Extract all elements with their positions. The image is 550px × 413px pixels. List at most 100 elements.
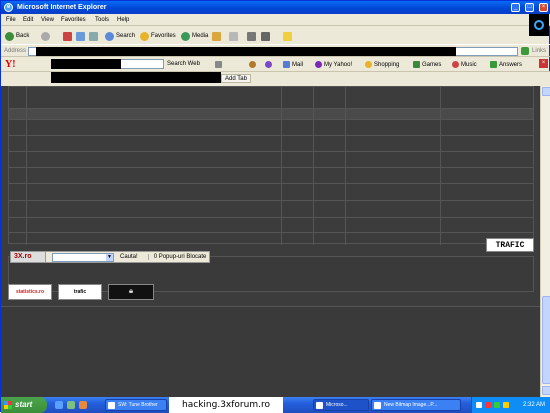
- table-column: [440, 87, 441, 245]
- search-web-button[interactable]: Search Web: [167, 61, 200, 67]
- settings-button[interactable]: [249, 61, 256, 68]
- mail-icon: [229, 31, 238, 41]
- tray-icon[interactable]: [485, 402, 491, 408]
- games-icon: [413, 61, 420, 68]
- menu-help[interactable]: Help: [117, 17, 129, 23]
- close-button[interactable]: ×: [539, 3, 548, 12]
- 3x-logo[interactable]: 3X.ro: [11, 252, 46, 262]
- go-button[interactable]: [521, 47, 529, 55]
- favorites-button[interactable]: Favorites: [140, 31, 176, 41]
- top100-badge[interactable]: ☠: [108, 284, 154, 300]
- task-label: New Bitmap Image...P...: [384, 402, 438, 408]
- statistics-badge[interactable]: statistics.ro: [8, 284, 52, 300]
- trafic-badge-label: trafic: [73, 289, 87, 295]
- menu-bar: File Edit View Favorites Tools Help: [1, 14, 550, 26]
- menu-view[interactable]: View: [41, 17, 54, 23]
- refresh-button[interactable]: [76, 31, 85, 41]
- popup-blocked-counter: 0 Popup-uri Blocate: [147, 254, 206, 260]
- redacted-search: [51, 59, 121, 69]
- pencil-button[interactable]: [215, 61, 222, 68]
- vertical-scrollbar[interactable]: [540, 86, 550, 397]
- search-button[interactable]: Search: [105, 31, 135, 41]
- task-button-sw[interactable]: SW: Tune Brother: [105, 399, 167, 411]
- envelope-icon: [283, 61, 290, 68]
- back-button[interactable]: Back: [5, 31, 29, 41]
- messenger-button-2[interactable]: [265, 61, 272, 68]
- paint-icon: [374, 402, 381, 409]
- mail-button[interactable]: [229, 31, 238, 41]
- table-column: [26, 87, 27, 245]
- stop-icon: [63, 31, 72, 41]
- music-button[interactable]: Music: [452, 61, 477, 68]
- scroll-down-arrow-icon[interactable]: [542, 386, 550, 395]
- links-label[interactable]: Links: [532, 48, 546, 54]
- address-label: Address: [4, 48, 27, 54]
- shopping-button[interactable]: Shopping: [365, 61, 399, 68]
- yahoo-mail-button[interactable]: Mail: [283, 61, 303, 68]
- home-button[interactable]: [89, 31, 98, 41]
- table-column: [345, 87, 346, 245]
- system-tray: 2:32 AM: [471, 397, 550, 413]
- quicklaunch-desktop-icon[interactable]: [67, 401, 75, 409]
- app-icon: [108, 402, 115, 409]
- task-button-bitmap[interactable]: New Bitmap Image...P...: [371, 399, 461, 411]
- page-footer: [1, 306, 540, 397]
- games-label: Games: [422, 61, 442, 68]
- 3x-search-input[interactable]: ▼: [52, 252, 114, 262]
- answers-button[interactable]: Answers: [490, 61, 522, 68]
- table-row: [9, 151, 533, 152]
- volume-icon[interactable]: [503, 402, 509, 408]
- quicklaunch-ie-icon[interactable]: [55, 401, 63, 409]
- table-row: [9, 167, 533, 168]
- table-column: [313, 87, 314, 245]
- mail-label: Mail: [292, 61, 304, 68]
- my-yahoo-button[interactable]: My Yahoo!: [315, 61, 352, 68]
- browser-window: e Microsoft Internet Explorer _ □ × File…: [0, 0, 550, 413]
- music-label: Music: [461, 61, 477, 68]
- messenger-button[interactable]: [283, 31, 292, 41]
- menu-edit[interactable]: Edit: [23, 17, 33, 23]
- history-button[interactable]: [212, 31, 221, 41]
- menu-tools[interactable]: Tools: [95, 17, 109, 23]
- shopping-icon: [365, 61, 372, 68]
- media-button[interactable]: Media: [181, 31, 208, 41]
- task-button-ie[interactable]: Microso...: [313, 399, 369, 411]
- refresh-icon: [76, 31, 85, 41]
- yahoo-logo[interactable]: Y!: [5, 59, 16, 70]
- title-bar: e Microsoft Internet Explorer _ □ ×: [1, 1, 550, 14]
- trafic-logo[interactable]: TRAFIC: [486, 238, 534, 252]
- edit-button[interactable]: [261, 31, 270, 41]
- forward-arrow-icon: [41, 31, 50, 41]
- media-label: Media: [192, 33, 209, 39]
- stop-button[interactable]: [63, 31, 72, 41]
- scroll-up-arrow-icon[interactable]: [542, 87, 550, 96]
- table-row-highlight: [9, 109, 533, 119]
- games-button[interactable]: Games: [413, 61, 441, 68]
- start-button[interactable]: start: [1, 397, 47, 413]
- music-icon: [452, 61, 459, 68]
- maximize-button[interactable]: □: [525, 3, 534, 12]
- search-label: Search: [116, 33, 136, 39]
- ie-icon: [316, 402, 323, 409]
- back-label: Back: [16, 33, 30, 39]
- yahoo-toolbar: Y! Search Web Mail My Yahoo! Shopping Ga…: [1, 57, 550, 72]
- quicklaunch-media-icon[interactable]: [79, 401, 87, 409]
- ie-throbber-icon: [529, 14, 549, 36]
- scroll-thumb[interactable]: [542, 296, 550, 384]
- minimize-button[interactable]: _: [511, 3, 520, 12]
- chevron-down-icon[interactable]: ▼: [106, 253, 113, 261]
- favorites-label: Favorites: [151, 33, 176, 39]
- add-tab-button[interactable]: Add Tab: [221, 74, 251, 83]
- standard-toolbar: Back Search Favorites Media: [1, 27, 531, 44]
- cauta-button[interactable]: Cauta!: [120, 254, 138, 260]
- tray-icon[interactable]: [476, 402, 482, 408]
- menu-file[interactable]: File: [6, 17, 16, 23]
- tray-icon[interactable]: [494, 402, 500, 408]
- answers-icon: [490, 61, 497, 68]
- trafic-badge[interactable]: trafic: [58, 284, 102, 300]
- close-toolbar-icon[interactable]: ×: [539, 59, 548, 68]
- tab-bar: Add Tab: [1, 72, 550, 86]
- forward-button[interactable]: [41, 31, 50, 41]
- print-button[interactable]: [247, 31, 256, 41]
- menu-favorites[interactable]: Favorites: [61, 17, 86, 23]
